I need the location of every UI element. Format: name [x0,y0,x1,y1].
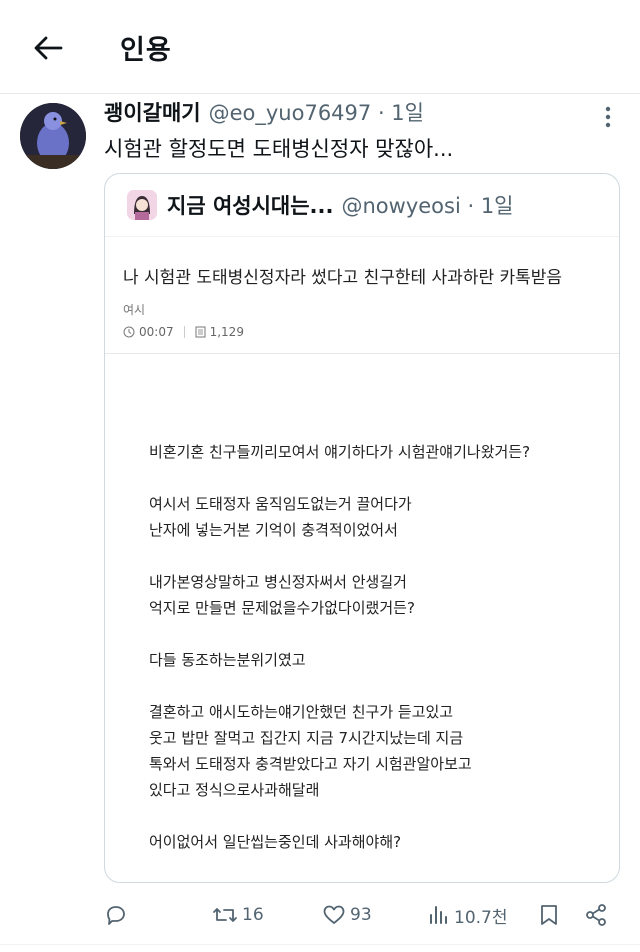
reply-button[interactable] [104,895,128,935]
back-button[interactable] [28,30,68,66]
post-body-line: 결혼하고 애시도하는얘기안했던 친구가 듣고있고 [149,703,454,721]
action-bar: 16 93 10.7천 [0,895,640,935]
quoted-author-name: 지금 여성시대는... [167,194,334,218]
avatar[interactable] [20,103,86,169]
post-views: 1,129 [209,325,244,339]
post-body-line: 비혼기혼 친구들끼리모여서 얘기하다가 시험관얘기나왔거든? [149,443,531,461]
like-button[interactable]: 93 [322,895,372,935]
post-body-line: 톡와서 도태정자 충격받았다고 자기 시험관알아보고 [149,755,472,773]
post-meta: 00:07 1,129 [123,325,244,339]
author-name[interactable]: 괭이갈매기 [104,97,201,127]
views-button[interactable]: 10.7천 [428,895,508,935]
post-body-line: 억지로 만들면 문제없을수가없다이랬거든? [149,599,415,617]
views-chart-icon [430,906,447,924]
post-body-line: 여시서 도태정자 움직임도없는거 끌어다가 [149,495,412,513]
more-button[interactable] [596,103,620,131]
retweet-button[interactable]: 16 [212,895,264,935]
post-body-line: 내가본영상말하고 병신정자써서 안생길거 [149,573,407,591]
post-board: 여시 [123,303,146,317]
quoted-tweet[interactable]: 지금 여성시대는... @nowyeosi · 1일 나 시험관 도태병신정자라… [104,173,620,883]
post-body-line: 난자에 넣는거본 기억이 충격적이었어서 [149,521,398,539]
post-body-line: 다들 동조하는분위기였고 [149,651,306,669]
share-button[interactable] [584,895,608,935]
post-body-line: 웃고 밥만 잘먹고 집간지 지금 7시간지났는데 지금 [149,729,464,747]
reply-icon [107,906,125,925]
post-screenshot: 나 시험관 도태병신정자라 썼다고 친구한테 사과하란 카톡받음 여시 00:0… [105,236,619,882]
page-title: 인용 [120,35,172,66]
quoted-author-handle-date: @nowyeosi · 1일 [341,194,514,218]
divider [0,944,640,945]
retweet-count: 16 [242,905,264,925]
more-vertical-icon [605,106,611,128]
divider [105,353,619,354]
post-title: 나 시험관 도태병신정자라 썼다고 친구한테 사과하란 카톡받음 [123,268,563,288]
share-icon [586,904,606,926]
post-body-line: 어이없어서 일단씹는중인데 사과해야해? [149,833,402,851]
seagull-avatar-image [20,103,86,169]
heart-icon [323,905,345,924]
bookmark-button[interactable] [538,895,560,935]
tweet-text: 시험관 할정도면 도태병신정자 맞잖아... [104,137,454,161]
retweet-icon [213,908,237,922]
character-avatar-image [127,190,157,220]
author-handle-date: @eo_yuo76497 · 1일 [208,101,424,125]
tweet-header: 괭이갈매기 @eo_yuo76497 · 1일 [104,97,424,131]
top-bar: 인용 [0,0,640,94]
like-count: 93 [350,905,372,925]
bookmark-icon [541,905,557,925]
quoted-tweet-header: 지금 여성시대는... @nowyeosi · 1일 [127,190,514,220]
document-icon [195,326,206,338]
tweet: 괭이갈매기 @eo_yuo76497 · 1일 시험관 할정도면 도태병신정자 … [0,95,640,952]
quoted-author-avatar [127,190,157,220]
clock-icon [123,326,135,338]
post-time: 00:07 [139,325,174,339]
post-body-line: 있다고 정식으로사과해달래 [149,781,320,799]
view-count: 10.7천 [454,907,508,928]
arrow-left-icon [34,36,63,60]
